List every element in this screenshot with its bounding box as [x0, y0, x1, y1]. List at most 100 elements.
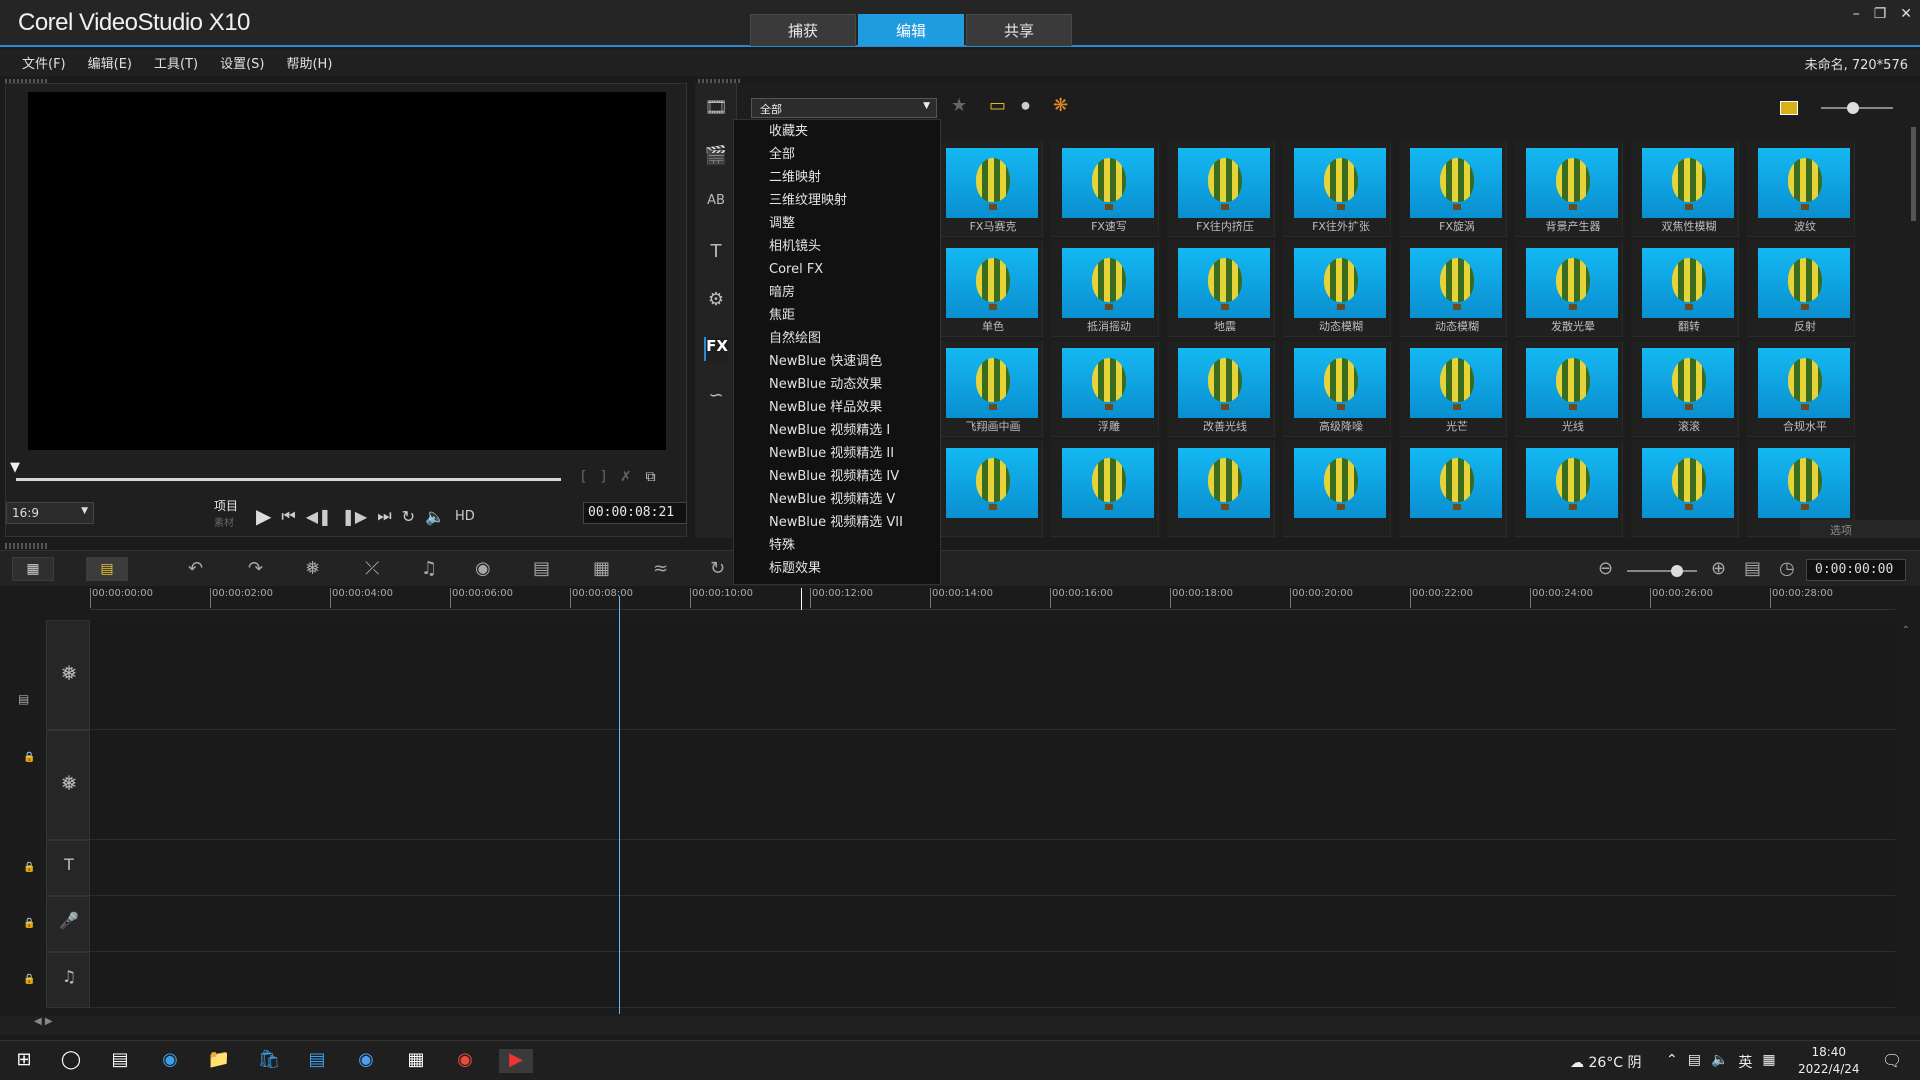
filter-thumbnail[interactable]: 飞翔画中画	[935, 341, 1043, 437]
previous-frame-icon[interactable]: ◀❚	[306, 507, 332, 526]
subtitle-editor-icon[interactable]: ▤	[533, 558, 550, 579]
menu-settings[interactable]: 设置(S)	[220, 53, 264, 72]
add-favorite-icon[interactable]: ★	[951, 95, 967, 116]
filter-thumbnail[interactable]: 双焦性模糊	[1631, 141, 1739, 237]
hd-button[interactable]: HD	[455, 509, 475, 524]
filter-thumbnail[interactable]: FX往外扩张	[1283, 141, 1391, 237]
dropdown-item[interactable]: 三维纹理映射	[734, 189, 940, 212]
filter-thumbnail[interactable]: 高级降噪	[1283, 341, 1391, 437]
track-manager-icon[interactable]: ▤	[18, 692, 29, 706]
filter-thumbnail[interactable]: 单色	[935, 241, 1043, 337]
tab-edit[interactable]: 编辑	[858, 14, 964, 46]
dropdown-item[interactable]: 特殊	[734, 534, 940, 557]
lock-icon[interactable]: 🔒	[23, 918, 35, 929]
split-icon[interactable]: ✗	[620, 469, 632, 485]
thumbnail-view-icon[interactable]	[1780, 101, 1798, 115]
tab-share[interactable]: 共享	[966, 14, 1072, 46]
dropdown-item[interactable]: NewBlue 样品效果	[734, 396, 940, 419]
clock[interactable]: 18:40 2022/4/24	[1798, 1044, 1860, 1078]
dropdown-item[interactable]: 自然绘图	[734, 327, 940, 350]
filter-thumbnail[interactable]: 背景产生器	[1515, 141, 1623, 237]
search-icon[interactable]: ◯	[59, 1049, 83, 1073]
thumbnail-size-slider[interactable]	[1821, 102, 1893, 114]
title-icon[interactable]: T	[704, 241, 728, 265]
record-capture-icon[interactable]: ❅	[305, 558, 320, 579]
track-header-title[interactable]: T	[46, 840, 90, 896]
mode-clip[interactable]: 素材	[214, 514, 234, 529]
close-icon[interactable]: ✕	[1900, 6, 1912, 22]
volume-icon[interactable]: 🔈	[425, 507, 445, 526]
scrubber-track[interactable]	[16, 478, 561, 481]
windows-start-icon[interactable]: ⊞	[12, 1049, 36, 1073]
dropdown-item[interactable]: Corel FX	[734, 258, 940, 281]
graphics-icon[interactable]: ⚙	[704, 289, 728, 313]
filter-thumbnail[interactable]: 改善光线	[1167, 341, 1275, 437]
media-icon[interactable]: 🎞	[704, 97, 728, 121]
app-icon[interactable]: ▤	[305, 1049, 329, 1073]
filter-thumbnail[interactable]: 地震	[1167, 241, 1275, 337]
next-frame-icon[interactable]: ❚▶	[342, 507, 368, 526]
overlay-track[interactable]	[90, 730, 1895, 840]
dropdown-item[interactable]: NewBlue 视频精选 V	[734, 488, 940, 511]
chrome-icon[interactable]: ◉	[453, 1049, 477, 1073]
dropdown-item[interactable]: 全部	[734, 143, 940, 166]
dropdown-item[interactable]: NewBlue 视频精选 II	[734, 442, 940, 465]
calculator-icon[interactable]: ▦	[404, 1049, 428, 1073]
path-icon[interactable]: ∽	[704, 385, 728, 409]
menu-file[interactable]: 文件(F)	[22, 53, 66, 72]
task-view-icon[interactable]: ▤	[108, 1049, 132, 1073]
dropdown-item[interactable]: NewBlue 动态效果	[734, 373, 940, 396]
timeline-ruler[interactable]: 00:00:00:00 00:00:02:00 00:00:04:00 00:00:0…	[89, 588, 1895, 610]
filter-thumbnail[interactable]: 波纹	[1747, 141, 1855, 237]
chevron-up-icon[interactable]: ⌃	[1666, 1052, 1678, 1072]
storyboard-view-icon[interactable]: ▦	[12, 557, 54, 581]
filter-thumbnail[interactable]: 发散光晕	[1515, 241, 1623, 337]
dropdown-item[interactable]: NewBlue 视频精选 I	[734, 419, 940, 442]
timeline-scroll-up-icon[interactable]: ⌃	[1902, 625, 1910, 636]
panel-grip[interactable]	[5, 543, 49, 549]
play-icon[interactable]: ▶	[256, 504, 271, 528]
volume-icon[interactable]: 🔈	[1711, 1052, 1728, 1072]
timeline-timecode[interactable]: 0:00:00:00	[1806, 559, 1906, 581]
network-icon[interactable]: ▤	[1688, 1052, 1701, 1072]
duration-icon[interactable]: ◷	[1779, 558, 1795, 579]
dropdown-item[interactable]: 标题效果	[734, 557, 940, 580]
zoom-out-icon[interactable]: ⊖	[1598, 558, 1613, 579]
dropdown-item[interactable]: 收藏夹	[734, 120, 940, 143]
dropdown-item[interactable]: NewBlue 视频精选 VII	[734, 511, 940, 534]
lock-icon[interactable]: 🔒	[23, 862, 35, 873]
redo-icon[interactable]: ↷	[248, 558, 263, 579]
filter-thumbnail[interactable]: 动态模糊	[1399, 241, 1507, 337]
fx-filter-icon[interactable]: FX	[704, 337, 728, 361]
instant-project-icon[interactable]: 🎬	[704, 145, 728, 169]
filter-thumbnail[interactable]: 反射	[1747, 241, 1855, 337]
dropdown-item[interactable]: 二维映射	[734, 166, 940, 189]
zoom-in-icon[interactable]: ⊕	[1711, 558, 1726, 579]
videostudio-icon[interactable]: ▶	[499, 1049, 533, 1073]
mark-out-icon[interactable]: ]	[600, 469, 605, 485]
repeat-icon[interactable]: ↻	[402, 507, 415, 526]
transition-icon[interactable]: AB	[704, 193, 728, 217]
filter-thumbnail[interactable]: FX往内挤压	[1167, 141, 1275, 237]
edge-icon[interactable]: ◉	[158, 1049, 182, 1073]
fit-project-icon[interactable]: ▤	[1744, 558, 1761, 579]
restore-icon[interactable]: ❐	[1874, 6, 1887, 22]
filter-thumbnail[interactable]	[935, 441, 1043, 537]
browser-icon[interactable]: ◉	[354, 1049, 378, 1073]
playhead[interactable]	[619, 596, 620, 1014]
dropdown-item[interactable]: NewBlue 视频精选 IV	[734, 465, 940, 488]
filter-thumbnail[interactable]: FX速写	[1051, 141, 1159, 237]
filter-thumbnail[interactable]	[1283, 441, 1391, 537]
minimize-icon[interactable]: –	[1853, 6, 1860, 22]
file-explorer-icon[interactable]: 📁	[207, 1049, 231, 1073]
timeline-zoom-slider[interactable]	[1627, 565, 1697, 577]
filter-thumbnail[interactable]: 动态模糊	[1283, 241, 1391, 337]
menu-tools[interactable]: 工具(T)	[154, 53, 198, 72]
music-track[interactable]	[90, 952, 1895, 1008]
lock-icon[interactable]: 🔒	[23, 752, 35, 763]
track-header-voice[interactable]: 🎤	[46, 896, 90, 952]
category-select[interactable]: 全部 ▼	[751, 98, 937, 118]
filter-thumbnail[interactable]	[1515, 441, 1623, 537]
preview-timecode[interactable]: 00:00:08:21	[583, 502, 687, 524]
ime-icon[interactable]: ▦	[1762, 1052, 1775, 1072]
